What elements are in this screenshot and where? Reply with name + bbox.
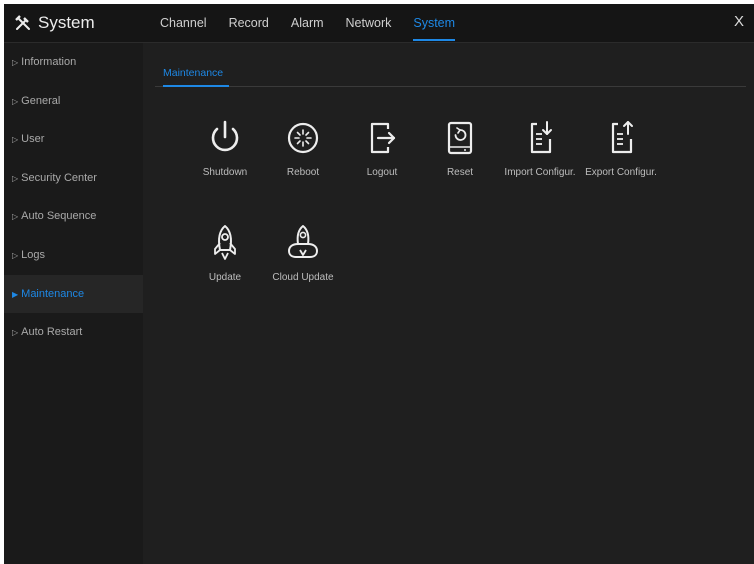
import-config-icon	[530, 121, 552, 154]
triangle-right-icon: ▷	[12, 212, 19, 222]
logout-button[interactable]: Logout	[341, 117, 423, 189]
tile-label: Export Configur.	[585, 167, 657, 178]
cloud-rocket-icon	[288, 225, 318, 258]
import-config-button[interactable]: Import Configur.	[499, 117, 581, 189]
power-icon	[211, 120, 239, 152]
sidebar: ▷ Information ▷ General ▷ User ▷ Security Ce…	[4, 43, 143, 564]
sidebar-item-label: Auto Sequence	[21, 210, 97, 223]
cloud-update-button[interactable]: Cloud Update	[262, 222, 344, 294]
main-panel: Maintenance Shutdown Reboot Logout Reset…	[143, 43, 754, 564]
sidebar-item-label: Information	[21, 56, 77, 68]
sidebar-item-label: Maintenance	[21, 287, 85, 300]
tile-label: Reset	[446, 167, 474, 178]
top-tabs: Channel Record Alarm Network System	[160, 4, 477, 42]
sidebar-item-maintenance[interactable]: ▶ Maintenance	[4, 274, 143, 314]
close-icon[interactable]: X	[730, 13, 748, 31]
app-title-text: System	[38, 13, 95, 32]
update-button[interactable]: Update	[184, 222, 266, 294]
sidebar-item-information[interactable]: ▷ Information	[4, 43, 143, 82]
section-underline	[163, 85, 229, 87]
triangle-right-icon: ▷	[12, 96, 19, 106]
sidebar-item-label: Security Center	[21, 171, 97, 184]
sidebar-item-auto-restart[interactable]: ▷ Auto Restart	[4, 313, 143, 352]
tile-label: Logout	[366, 167, 398, 178]
sidebar-item-user[interactable]: ▷ User	[4, 120, 143, 159]
sidebar-item-logs[interactable]: ▷ Logs	[4, 236, 143, 275]
triangle-right-filled-icon: ▶	[12, 289, 19, 299]
tile-label: Import Configur.	[504, 167, 576, 178]
top-bar: System Channel Record Alarm Network Syst…	[4, 4, 754, 43]
reboot-button[interactable]: Reboot	[262, 117, 344, 189]
section-title: Maintenance	[163, 67, 224, 79]
triangle-right-icon: ▷	[12, 250, 19, 260]
reboot-icon	[287, 122, 319, 154]
rocket-icon	[214, 225, 236, 260]
section-header: Maintenance	[155, 62, 746, 87]
tile-label: Cloud Update	[272, 272, 334, 283]
tile-label: Shutdown	[202, 167, 248, 178]
sidebar-item-label: General	[21, 94, 61, 107]
app-window: System Channel Record Alarm Network Syst…	[4, 4, 754, 564]
app-title: System	[14, 12, 134, 34]
shutdown-button[interactable]: Shutdown	[184, 117, 266, 189]
tile-label: Update	[208, 272, 242, 283]
sidebar-item-label: Auto Restart	[21, 326, 83, 339]
tab-record[interactable]: Record	[229, 4, 269, 42]
tab-system[interactable]: System	[413, 4, 455, 42]
sidebar-item-auto-sequence[interactable]: ▷ Auto Sequence	[4, 197, 143, 236]
export-config-icon	[611, 121, 633, 154]
triangle-right-icon: ▷	[12, 135, 19, 145]
sidebar-item-label: User	[21, 133, 45, 146]
sidebar-item-label: Logs	[21, 248, 46, 261]
logout-icon	[370, 122, 396, 154]
tools-icon	[15, 15, 30, 30]
tile-label: Reboot	[286, 167, 320, 178]
sidebar-item-security-center[interactable]: ▷ Security Center	[4, 159, 143, 198]
reset-icon	[447, 121, 473, 155]
export-config-button[interactable]: Export Configur.	[580, 117, 662, 189]
triangle-right-icon: ▷	[12, 173, 19, 183]
tab-alarm[interactable]: Alarm	[291, 4, 324, 42]
triangle-right-icon: ▷	[12, 328, 19, 338]
sidebar-item-general[interactable]: ▷ General	[4, 82, 143, 121]
triangle-right-icon: ▷	[12, 58, 19, 67]
tab-network[interactable]: Network	[346, 4, 392, 42]
tab-channel[interactable]: Channel	[160, 4, 207, 42]
reset-button[interactable]: Reset	[419, 117, 501, 189]
